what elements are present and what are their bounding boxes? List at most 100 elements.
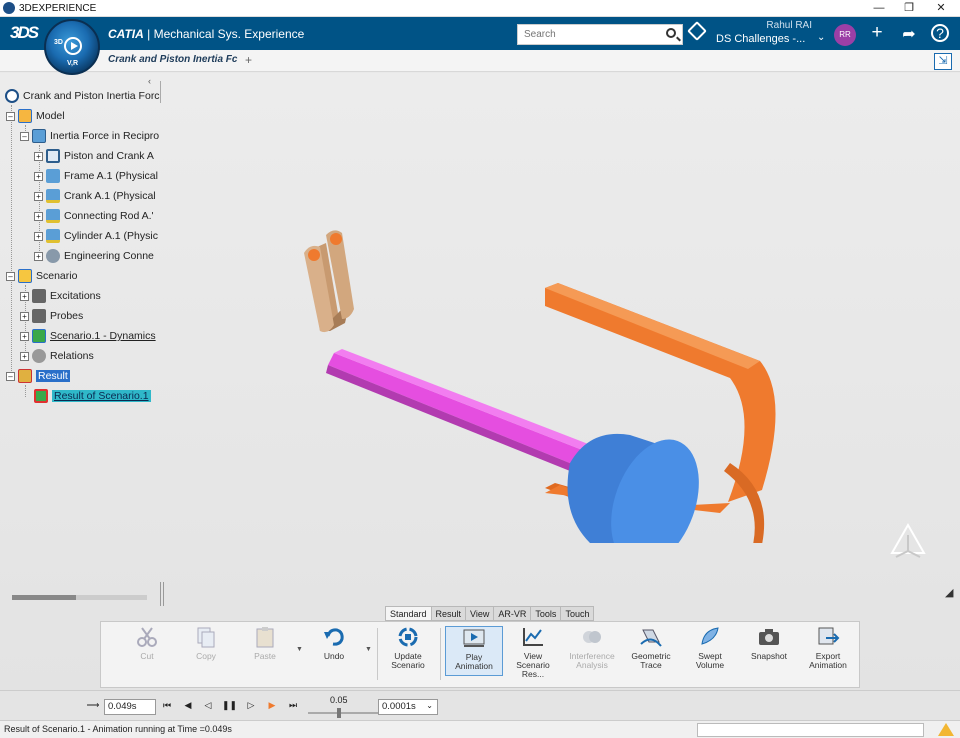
window-title: 3DEXPERIENCE xyxy=(19,2,97,14)
collapse-tree-icon[interactable]: ‹ xyxy=(148,76,151,86)
play-label-2: Animation xyxy=(455,661,493,671)
expand-icon[interactable]: + xyxy=(34,231,43,241)
warning-icon[interactable] xyxy=(938,723,954,736)
tree-item-part[interactable]: + Crank A.1 (Physical xyxy=(34,187,156,205)
undo-dropdown-icon[interactable]: ▼ xyxy=(365,646,372,653)
tree-item-probes[interactable]: + Probes xyxy=(20,307,83,325)
collapse-icon[interactable]: – xyxy=(20,131,29,141)
collapse-icon[interactable]: – xyxy=(6,371,15,381)
tab-tools[interactable]: Tools xyxy=(530,606,562,621)
tree-item-part[interactable]: + Cylinder A.1 (Physic xyxy=(34,227,158,245)
compass-widget[interactable]: 3D V,R xyxy=(44,19,100,75)
axis-triad-icon[interactable] xyxy=(884,521,932,561)
paste-button[interactable]: Paste xyxy=(236,626,294,661)
interference-analysis-button[interactable]: Interference Analysis xyxy=(563,626,621,670)
mechanism-3d-model[interactable] xyxy=(290,213,790,543)
piston-part[interactable] xyxy=(567,427,716,543)
user-name: Rahul RAI xyxy=(766,20,812,31)
tab-view[interactable]: View xyxy=(465,606,495,621)
tag-icon[interactable] xyxy=(687,21,707,41)
time-field[interactable]: 0.049s xyxy=(104,699,156,715)
copy-button[interactable]: Copy xyxy=(177,626,235,661)
3d-viewport[interactable]: ‹ Crank and Piston Inertia Forc – Model … xyxy=(0,73,960,690)
tree-item-result-scenario[interactable]: Result of Scenario.1 xyxy=(34,387,151,405)
document-tab[interactable]: Crank and Piston Inertia Fc xyxy=(108,54,237,65)
speed-slider[interactable] xyxy=(308,708,378,718)
share-icon[interactable]: ➦ xyxy=(898,24,920,44)
tree-horizontal-scrollbar[interactable] xyxy=(12,595,147,600)
tab-result[interactable]: Result xyxy=(430,606,467,621)
expand-icon[interactable]: + xyxy=(34,211,43,221)
play-backward-icon[interactable]: ◀ xyxy=(181,700,195,711)
help-icon[interactable]: ? xyxy=(931,24,949,42)
play-animation-button[interactable]: Play Animation xyxy=(445,626,503,676)
tree-item-model[interactable]: – Model xyxy=(6,107,65,125)
tree-resize-handle[interactable] xyxy=(160,582,164,606)
tree-item-part[interactable]: + Engineering Conne xyxy=(34,247,154,265)
tree-item-scenario[interactable]: – Scenario xyxy=(6,267,77,285)
tenant-selector[interactable]: DS Challenges -... xyxy=(716,33,805,45)
jump-to-end-icon[interactable]: ⏭ xyxy=(286,700,300,711)
snapshot-button[interactable]: Snapshot xyxy=(740,626,798,661)
tree-label: Crank and Piston Inertia Forc xyxy=(23,90,160,102)
add-tab-icon[interactable]: + xyxy=(245,53,252,67)
expand-icon[interactable]: + xyxy=(34,191,43,201)
fullscreen-icon[interactable]: ⇲ xyxy=(934,53,952,70)
connecting-rod-part[interactable] xyxy=(326,349,596,475)
tree-item-scenario-1[interactable]: + Scenario.1 - Dynamics xyxy=(20,327,156,345)
paste-dropdown-icon[interactable]: ▼ xyxy=(296,646,303,653)
scrollbar-thumb[interactable] xyxy=(12,595,76,600)
step-forward-icon[interactable]: ▷ xyxy=(244,700,258,711)
restore-button[interactable]: ❐ xyxy=(894,0,924,17)
tab-standard[interactable]: Standard xyxy=(385,606,432,621)
tab-touch[interactable]: Touch xyxy=(560,606,595,621)
ds-logo-icon[interactable]: 3DS xyxy=(10,23,39,43)
search-icon[interactable] xyxy=(666,28,676,38)
expand-icon[interactable]: + xyxy=(20,351,29,361)
undo-button[interactable]: Undo xyxy=(305,626,363,661)
expand-icon[interactable]: + xyxy=(34,151,43,161)
plus-icon[interactable]: + xyxy=(866,22,888,44)
tree-item-result[interactable]: – Result xyxy=(6,367,70,385)
tree-item-part[interactable]: + Piston and Crank A xyxy=(34,147,154,165)
export-animation-button[interactable]: Export Animation xyxy=(799,626,857,670)
expand-icon[interactable]: + xyxy=(20,331,29,341)
step-backward-icon[interactable]: ◁ xyxy=(201,700,215,711)
relations-icon xyxy=(32,349,46,363)
expand-icon[interactable]: + xyxy=(20,291,29,301)
tree-item-part[interactable]: + Connecting Rod A.' xyxy=(34,207,154,225)
swept-volume-button[interactable]: Swept Volume xyxy=(681,626,739,670)
collapse-icon[interactable]: – xyxy=(6,111,15,121)
tab-ar-vr[interactable]: AR-VR xyxy=(493,606,532,621)
tree-root[interactable]: Crank and Piston Inertia Forc xyxy=(5,87,160,105)
resize-grip-icon[interactable]: ◢ xyxy=(945,586,953,599)
view-scenario-results-button[interactable]: View Scenario Res... xyxy=(504,626,562,679)
search-box[interactable] xyxy=(517,24,683,45)
chevron-down-icon[interactable]: ⌄ xyxy=(817,32,825,43)
pause-icon[interactable]: ❚❚ xyxy=(222,700,237,711)
update-scenario-button[interactable]: Update Scenario xyxy=(379,626,437,670)
tree-item-product[interactable]: – Inertia Force in Recipro xyxy=(20,127,159,145)
minimize-button[interactable]: — xyxy=(864,0,894,17)
crank-part[interactable] xyxy=(304,230,354,333)
close-button[interactable]: ✕ xyxy=(926,0,956,17)
command-input[interactable] xyxy=(697,723,924,737)
jump-to-start-icon[interactable]: ⏮ xyxy=(160,700,174,711)
expand-icon[interactable]: + xyxy=(34,171,43,181)
tree-item-excitations[interactable]: + Excitations xyxy=(20,287,101,305)
geometric-trace-button[interactable]: Geometric Trace xyxy=(622,626,680,670)
slider-handle[interactable] xyxy=(337,708,341,718)
time-step-select[interactable]: 0.0001s ⌄ xyxy=(378,699,438,715)
expand-icon[interactable]: + xyxy=(34,251,43,261)
tree-item-part[interactable]: + Frame A.1 (Physical xyxy=(34,167,158,185)
search-input[interactable] xyxy=(518,25,658,44)
play-icon[interactable] xyxy=(64,37,82,55)
collapse-icon[interactable]: – xyxy=(6,271,15,281)
app-title: CATIA | Mechanical Sys. Experience xyxy=(108,27,305,41)
tree-item-relations[interactable]: + Relations xyxy=(20,347,94,365)
expand-icon[interactable]: + xyxy=(20,311,29,321)
cut-button[interactable]: Cut xyxy=(118,626,176,661)
loop-mode-icon[interactable]: ⟶ xyxy=(86,700,100,711)
play-forward-icon[interactable]: ▶ xyxy=(265,700,279,711)
avatar[interactable]: RR xyxy=(834,24,856,46)
